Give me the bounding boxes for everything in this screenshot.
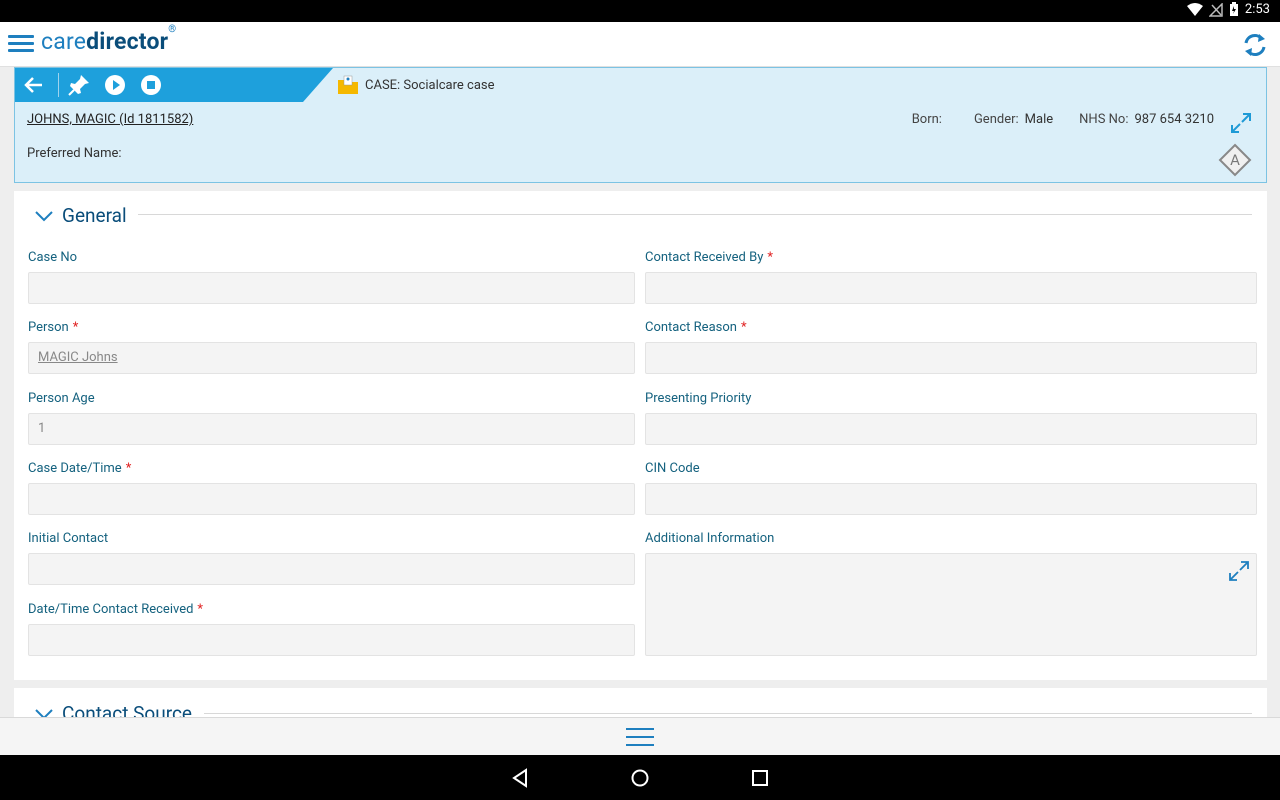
general-section-header[interactable]: General xyxy=(34,204,127,227)
initial-contact-field[interactable] xyxy=(28,553,635,585)
case-toolbar xyxy=(15,68,333,102)
expand-textarea-icon[interactable] xyxy=(1228,560,1250,582)
status-bar: 2:53 xyxy=(0,0,1280,22)
case-title: CASE: Socialcare case xyxy=(365,77,495,93)
alert-letter: A xyxy=(1230,153,1240,169)
battery-icon xyxy=(1229,2,1238,16)
expand-icon[interactable] xyxy=(1230,112,1252,134)
chevron-down-icon xyxy=(35,210,53,221)
section-divider xyxy=(204,713,1252,714)
contact-received-by-label: Contact Received By * xyxy=(645,250,773,265)
home-nav-icon[interactable] xyxy=(629,767,651,789)
patient-name-link[interactable]: JOHNS, MAGIC (Id 1811582) xyxy=(27,112,193,127)
case-title-group: CASE: Socialcare case xyxy=(337,72,495,98)
bottom-action-bar xyxy=(0,717,1280,755)
initial-contact-label: Initial Contact xyxy=(28,531,109,546)
app-logo: caredirector® xyxy=(41,24,177,55)
section-divider xyxy=(138,214,1252,215)
nhs-value: 987 654 3210 xyxy=(1134,112,1214,127)
back-nav-icon[interactable] xyxy=(510,767,532,789)
no-signal-icon xyxy=(1208,2,1223,17)
general-section: General Case No Person * MAGIC Johns Pers… xyxy=(14,191,1267,680)
app-bar: caredirector® xyxy=(0,22,1280,67)
case-no-label: Case No xyxy=(28,250,78,265)
person-age-label: Person Age xyxy=(28,391,95,406)
gender-value: Male xyxy=(1024,112,1054,127)
patient-demographics: Born: Gender: Male NHS No: 987 654 3210 xyxy=(912,112,1214,127)
back-arrow-icon[interactable] xyxy=(22,73,46,97)
navigation-bar xyxy=(0,755,1280,800)
stop-icon[interactable] xyxy=(139,73,163,97)
person-field[interactable]: MAGIC Johns xyxy=(28,342,635,374)
hamburger-menu-icon[interactable] xyxy=(8,32,34,56)
datetime-contact-received-label: Date/Time Contact Received * xyxy=(28,602,204,617)
case-folder-icon xyxy=(338,75,358,94)
contact-reason-label: Contact Reason * xyxy=(645,320,747,335)
toolbar-divider xyxy=(58,73,59,97)
preferred-name-label: Preferred Name: xyxy=(27,146,122,161)
status-time: 2:53 xyxy=(1244,2,1270,17)
case-datetime-field[interactable] xyxy=(28,483,635,515)
alert-diamond-icon[interactable]: A xyxy=(1218,143,1252,177)
nhs-label: NHS No: xyxy=(1079,112,1129,127)
born-label: Born: xyxy=(911,112,942,127)
wifi-icon xyxy=(1186,2,1203,16)
cin-code-label: CIN Code xyxy=(645,461,700,476)
presenting-priority-label: Presenting Priority xyxy=(645,391,752,406)
contact-reason-field[interactable] xyxy=(645,342,1257,374)
case-header: CASE: Socialcare case JOHNS, MAGIC (Id 1… xyxy=(14,67,1267,183)
recents-nav-icon[interactable] xyxy=(749,767,771,789)
pin-icon[interactable] xyxy=(67,73,91,97)
additional-information-textarea[interactable] xyxy=(645,553,1257,656)
case-datetime-label: Case Date/Time * xyxy=(28,461,132,476)
general-section-title: General xyxy=(62,204,127,227)
person-age-field[interactable]: 1 xyxy=(28,413,635,445)
cin-code-field[interactable] xyxy=(645,483,1257,515)
person-label: Person * xyxy=(28,320,79,335)
presenting-priority-field[interactable] xyxy=(645,413,1257,445)
bottom-menu-icon[interactable] xyxy=(626,728,654,748)
datetime-contact-received-field[interactable] xyxy=(28,624,635,656)
sync-icon[interactable] xyxy=(1240,30,1270,60)
additional-information-label: Additional Information xyxy=(645,531,775,546)
status-icons: 2:53 xyxy=(1186,2,1270,17)
gender-label: Gender: xyxy=(973,112,1019,127)
contact-received-by-field[interactable] xyxy=(645,272,1257,304)
play-icon[interactable] xyxy=(103,73,127,97)
case-no-field[interactable] xyxy=(28,272,635,304)
